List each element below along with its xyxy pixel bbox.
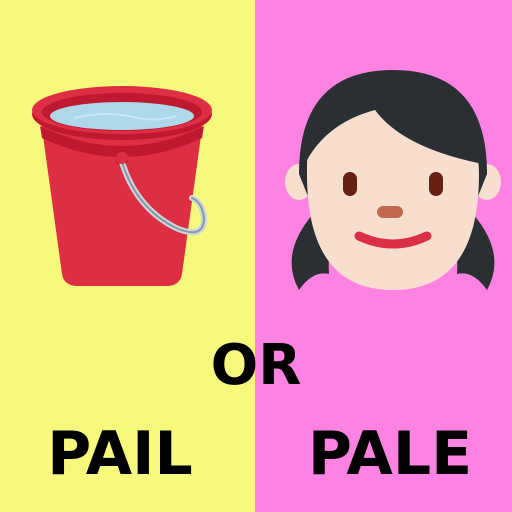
or-word: OR: [210, 333, 302, 398]
word-choice-card: OR PAIL PALE: [0, 0, 512, 512]
left-eye: [343, 172, 357, 196]
bucket-icon: [32, 86, 212, 286]
nose: [377, 206, 403, 218]
pale-word: PALE: [307, 419, 473, 489]
handle-rivet: [116, 152, 128, 164]
right-eye: [429, 172, 443, 196]
pail-word: PAIL: [47, 419, 193, 489]
girl-face-icon: [285, 70, 501, 290]
